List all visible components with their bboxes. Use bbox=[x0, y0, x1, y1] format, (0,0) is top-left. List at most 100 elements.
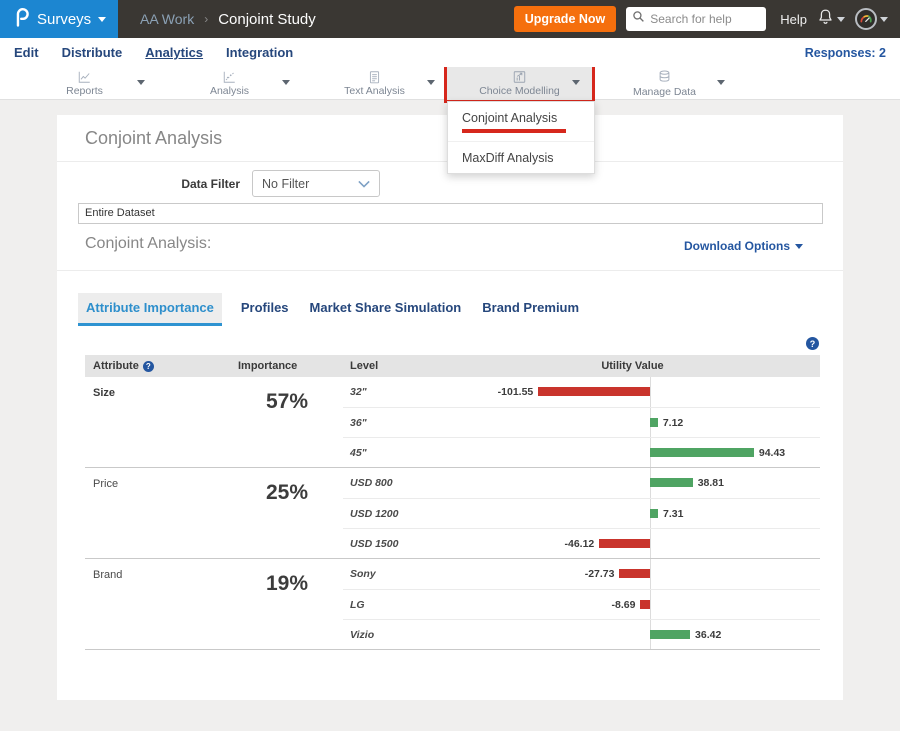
divider bbox=[57, 270, 843, 271]
breadcrumb-folder[interactable]: AA Work bbox=[140, 11, 194, 27]
scatter-chart-icon bbox=[222, 70, 237, 84]
chevron-down-icon bbox=[880, 17, 888, 22]
chevron-down-icon[interactable] bbox=[572, 80, 580, 85]
help-search-box[interactable] bbox=[626, 7, 766, 31]
level-label: USD 1200 bbox=[350, 508, 398, 520]
line-chart-icon bbox=[77, 70, 92, 84]
zero-axis-line bbox=[650, 559, 651, 589]
level-row: USD 12007.31 bbox=[343, 498, 820, 528]
level-label: USD 1500 bbox=[350, 538, 398, 550]
level-label: Vizio bbox=[350, 629, 374, 641]
utility-bar bbox=[650, 418, 658, 427]
level-row: Sony-27.73 bbox=[343, 559, 820, 589]
utility-bar bbox=[619, 569, 650, 578]
download-options-button[interactable]: Download Options bbox=[684, 239, 803, 253]
utility-value-label: -101.55 bbox=[498, 386, 534, 398]
toolbar-text-analysis[interactable]: Text Analysis bbox=[302, 67, 447, 100]
nav-analytics[interactable]: Analytics bbox=[145, 45, 203, 60]
breadcrumb-survey-title: Conjoint Study bbox=[218, 11, 316, 28]
page-title: Conjoint Analysis bbox=[85, 128, 222, 149]
chevron-down-icon bbox=[795, 244, 803, 249]
utility-value-label: -8.69 bbox=[612, 599, 636, 611]
help-link[interactable]: Help bbox=[780, 12, 807, 27]
utility-value-label: -27.73 bbox=[585, 568, 615, 580]
level-row: 45" 94.43 bbox=[343, 437, 820, 467]
product-switcher[interactable]: Surveys bbox=[0, 0, 118, 38]
attribute-name: Brand bbox=[85, 559, 231, 649]
utility-bar bbox=[650, 448, 754, 457]
chevron-down-icon bbox=[358, 180, 370, 188]
menu-item-conjoint-analysis[interactable]: Conjoint Analysis bbox=[448, 102, 594, 141]
level-row: 36"7.12 bbox=[343, 407, 820, 437]
help-icon[interactable]: ? bbox=[806, 337, 819, 350]
avatar bbox=[855, 8, 877, 30]
attribute-column-header: Attribute bbox=[93, 360, 139, 372]
chevron-down-icon[interactable] bbox=[717, 80, 725, 85]
document-icon bbox=[367, 70, 382, 84]
choice-modelling-dropdown: Conjoint Analysis MaxDiff Analysis bbox=[447, 101, 595, 174]
bell-icon bbox=[817, 8, 834, 30]
level-label: USD 800 bbox=[350, 477, 393, 489]
nav-integration[interactable]: Integration bbox=[226, 45, 293, 60]
nav-distribute[interactable]: Distribute bbox=[62, 45, 123, 60]
product-menu-label: Surveys bbox=[37, 11, 91, 28]
choice-chart-icon bbox=[512, 70, 527, 84]
account-menu[interactable] bbox=[855, 8, 888, 30]
importance-value: 19% bbox=[231, 559, 343, 649]
tab-profiles[interactable]: Profiles bbox=[239, 293, 291, 326]
attribute-name: Size bbox=[85, 377, 231, 467]
utility-value-label: 94.43 bbox=[759, 447, 785, 459]
tab-attribute-importance[interactable]: Attribute Importance bbox=[78, 293, 222, 326]
nav-edit[interactable]: Edit bbox=[14, 45, 39, 60]
dataset-field[interactable]: Entire Dataset bbox=[78, 203, 823, 224]
toolbar-manage-data[interactable]: Manage Data bbox=[592, 67, 737, 100]
level-label: LG bbox=[350, 599, 365, 611]
conjoint-analysis-card: Conjoint Analysis Data Filter No Filter … bbox=[57, 115, 843, 700]
chevron-down-icon[interactable] bbox=[137, 80, 145, 85]
attribute-name: Price bbox=[85, 468, 231, 558]
database-icon bbox=[657, 69, 672, 85]
search-input[interactable] bbox=[650, 12, 760, 26]
notifications-button[interactable] bbox=[817, 8, 845, 30]
menu-item-maxdiff-analysis[interactable]: MaxDiff Analysis bbox=[448, 141, 594, 173]
responses-count[interactable]: Responses: 2 bbox=[805, 46, 886, 60]
utility-value-label: 38.81 bbox=[698, 477, 724, 489]
top-header-bar: Surveys AA Work › Conjoint Study Upgrade… bbox=[0, 0, 900, 38]
toolbar-reports[interactable]: Reports bbox=[12, 67, 157, 100]
zero-axis-line bbox=[650, 377, 651, 407]
level-label: 45" bbox=[350, 447, 367, 459]
level-row: USD 800 38.81 bbox=[343, 468, 820, 498]
importance-column-header: Importance bbox=[231, 360, 343, 372]
toolbar-analysis[interactable]: Analysis bbox=[157, 67, 302, 100]
data-filter-label: Data Filter bbox=[160, 177, 240, 191]
chevron-down-icon bbox=[98, 17, 106, 22]
utility-bar bbox=[538, 387, 650, 396]
utility-column-header: Utility Value bbox=[445, 360, 820, 372]
level-label: 36" bbox=[350, 417, 367, 429]
utility-bar bbox=[650, 630, 690, 639]
level-row: LG -8.69 bbox=[343, 589, 820, 619]
help-icon[interactable]: ? bbox=[143, 361, 154, 372]
chevron-down-icon[interactable] bbox=[282, 80, 290, 85]
utility-bar bbox=[650, 509, 658, 518]
level-row: Vizio36.42 bbox=[343, 619, 820, 649]
upgrade-now-button[interactable]: Upgrade Now bbox=[514, 6, 617, 32]
attribute-section-row: Size57%32"-101.5536"7.1245"94.43 bbox=[85, 377, 820, 468]
tab-brand-premium[interactable]: Brand Premium bbox=[480, 293, 581, 326]
section-heading: Conjoint Analysis: bbox=[85, 235, 211, 253]
breadcrumb: AA Work › Conjoint Study bbox=[140, 11, 316, 28]
chevron-down-icon[interactable] bbox=[427, 80, 435, 85]
search-icon bbox=[632, 10, 645, 28]
conjoint-table-body: Size57%32"-101.5536"7.1245"94.43Price25%… bbox=[85, 377, 820, 650]
tab-market-share-simulation[interactable]: Market Share Simulation bbox=[308, 293, 464, 326]
result-tabs: Attribute Importance Profiles Market Sha… bbox=[78, 293, 581, 326]
chevron-down-icon bbox=[837, 17, 845, 22]
analytics-toolbar: Reports Analysis Text Analysis Choice Mo… bbox=[0, 67, 900, 100]
utility-bar bbox=[640, 600, 650, 609]
toolbar-choice-modelling[interactable]: Choice Modelling bbox=[447, 67, 592, 100]
level-label: 32" bbox=[350, 386, 367, 398]
data-filter-select[interactable]: No Filter bbox=[252, 170, 380, 197]
attribute-section-row: Price25%USD 80038.81USD 12007.31USD 1500… bbox=[85, 468, 820, 559]
utility-table: Attribute ? Importance Level Utility Val… bbox=[85, 355, 820, 650]
breadcrumb-separator-icon: › bbox=[204, 12, 208, 26]
